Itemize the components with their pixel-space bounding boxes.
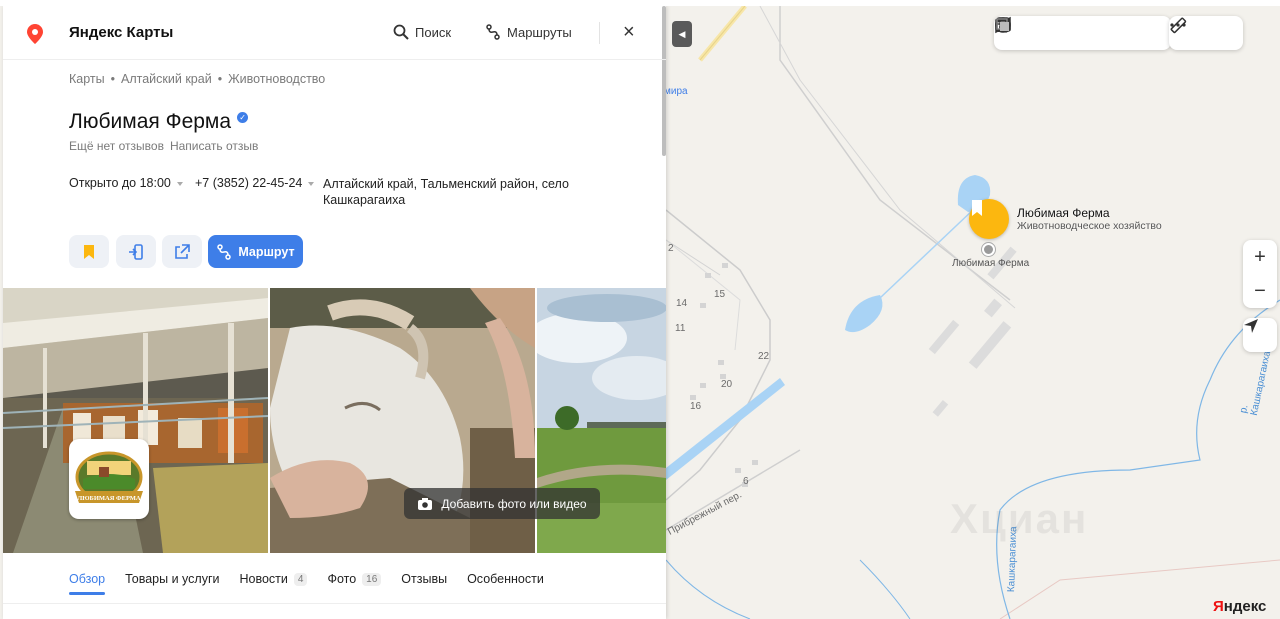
house-number: 20 bbox=[721, 379, 733, 390]
add-photo-label: Добавить фото или видео bbox=[441, 496, 587, 511]
bus-icon[interactable] bbox=[996, 17, 1132, 48]
send-to-phone-button[interactable] bbox=[116, 235, 156, 268]
place-point-label: Любимая Ферма bbox=[952, 258, 1030, 269]
breadcrumb-item[interactable]: Карты bbox=[69, 72, 105, 86]
chevron-left-icon: ◀ bbox=[678, 28, 686, 39]
tab-count-badge: 4 bbox=[293, 572, 308, 586]
chevron-down-icon bbox=[308, 181, 315, 186]
bookmark-button[interactable] bbox=[69, 235, 109, 268]
page-title: Любимая Ферма ✓ bbox=[69, 110, 249, 134]
farm-logo-text: ЛЮБИМАЯ ФЕРМА bbox=[77, 495, 141, 502]
zoom-out-button[interactable]: − bbox=[1243, 274, 1277, 308]
yandex-maps-app: мира 2 14 15 11 22 20 16 6 Прибрежный пе… bbox=[0, 0, 1280, 619]
tab-goods-services[interactable]: Товары и услуги bbox=[125, 566, 219, 592]
map-layers-toolbar bbox=[994, 16, 1171, 50]
routes-button[interactable]: Маршруты bbox=[485, 24, 572, 40]
camera-icon bbox=[418, 497, 433, 510]
write-review-link[interactable]: Написать отзыв bbox=[170, 139, 258, 153]
search-button[interactable]: Поиск bbox=[393, 24, 451, 40]
hours-text: Открыто до 18:00 bbox=[69, 176, 171, 190]
search-label: Поиск bbox=[415, 24, 452, 40]
map-layers-icon[interactable] bbox=[995, 16, 1066, 48]
zoom-in-button[interactable]: + bbox=[1243, 240, 1277, 274]
opening-hours[interactable]: Открыто до 18:00 bbox=[69, 176, 183, 190]
marker-category: Животноводческое хозяйство bbox=[1017, 220, 1162, 232]
breadcrumb-item[interactable]: Животноводство bbox=[228, 72, 325, 86]
tab-photos[interactable]: Фото 16 bbox=[327, 566, 382, 592]
divider bbox=[599, 22, 600, 44]
more-icon[interactable] bbox=[1170, 18, 1239, 48]
place-name: Любимая Ферма bbox=[69, 110, 232, 133]
search-icon bbox=[393, 24, 409, 40]
yandex-maps-pin-icon[interactable] bbox=[27, 24, 43, 49]
route-icon bbox=[217, 243, 232, 260]
send-to-phone-icon bbox=[129, 243, 143, 260]
tab-reviews[interactable]: Отзывы bbox=[401, 566, 447, 592]
tab-count-badge: 16 bbox=[362, 572, 382, 586]
divider bbox=[3, 603, 666, 604]
house-number: 2 bbox=[668, 243, 674, 254]
tab-bar: Обзор Товары и услуги Новости 4 Фото 16 От… bbox=[69, 566, 564, 595]
breadcrumb-item[interactable]: Алтайский край bbox=[121, 72, 212, 86]
close-icon[interactable]: × bbox=[623, 21, 635, 44]
bookmark-icon bbox=[972, 200, 982, 216]
house-number: 15 bbox=[714, 289, 726, 300]
zoom-control: + − bbox=[1243, 240, 1277, 308]
route-button-label: Маршрут bbox=[238, 244, 295, 259]
no-reviews-text: Ещё нет отзывов bbox=[69, 139, 164, 153]
address[interactable]: Алтайский край, Тальменский район, село … bbox=[323, 176, 583, 208]
collapse-panel-button[interactable]: ◀ bbox=[672, 21, 692, 47]
app-title[interactable]: Яндекс Карты bbox=[69, 24, 173, 41]
breadcrumb: Карты • Алтайский край • Животноводство bbox=[69, 72, 325, 86]
reviews-line: Ещё нет отзывов Написать отзыв bbox=[69, 139, 258, 153]
house-number: 14 bbox=[676, 298, 688, 309]
bookmark-icon bbox=[84, 244, 94, 259]
geolocation-button[interactable] bbox=[1243, 318, 1277, 352]
route-button[interactable]: Маршрут bbox=[208, 235, 303, 268]
tab-overview[interactable]: Обзор bbox=[69, 566, 106, 595]
route-icon bbox=[486, 24, 500, 40]
add-photo-button[interactable]: Добавить фото или видео bbox=[404, 488, 600, 519]
camera-icon[interactable] bbox=[995, 18, 1099, 48]
place-card-panel: Яндекс Карты Поиск Маршруты × Карты • Ал… bbox=[3, 6, 666, 619]
house-number: 11 bbox=[675, 323, 686, 334]
photo-gallery[interactable]: ЛЮБИМАЯ ФЕРМА Добавить фото или видео bbox=[3, 288, 666, 553]
share-icon bbox=[175, 243, 190, 259]
location-arrow-icon bbox=[1244, 319, 1258, 333]
house-number: 22 bbox=[758, 351, 770, 362]
watermark: Хциан bbox=[950, 495, 1089, 542]
routes-label: Маршруты bbox=[507, 24, 572, 40]
phone-number[interactable]: +7 (3852) 22-45-24 bbox=[195, 176, 315, 190]
marker-title[interactable]: Любимая Ферма bbox=[1017, 206, 1110, 220]
breadcrumb-separator: • bbox=[110, 72, 116, 86]
house-number: 6 bbox=[743, 476, 749, 487]
verified-icon[interactable]: ✓ bbox=[237, 111, 249, 123]
road-label: мира bbox=[664, 86, 688, 97]
share-button[interactable] bbox=[162, 235, 202, 268]
layers-icon[interactable] bbox=[996, 18, 1165, 48]
yandex-logo[interactable]: Яндекс bbox=[1213, 598, 1266, 615]
tab-news[interactable]: Новости 4 bbox=[239, 566, 308, 592]
breadcrumb-separator: • bbox=[217, 72, 223, 86]
chevron-down-icon bbox=[176, 181, 183, 186]
tab-features[interactable]: Особенности bbox=[467, 566, 544, 592]
browser-bookmarks-bar bbox=[0, 0, 1280, 6]
business-logo: ЛЮБИМАЯ ФЕРМА bbox=[69, 439, 149, 519]
phone-text: +7 (3852) 22-45-24 bbox=[195, 176, 303, 190]
panel-header: Яндекс Карты Поиск Маршруты × bbox=[3, 6, 666, 60]
map-tools-toolbar bbox=[1169, 16, 1243, 50]
place-marker[interactable] bbox=[969, 199, 1009, 239]
house-number: 16 bbox=[690, 401, 702, 412]
place-point[interactable] bbox=[982, 243, 995, 256]
